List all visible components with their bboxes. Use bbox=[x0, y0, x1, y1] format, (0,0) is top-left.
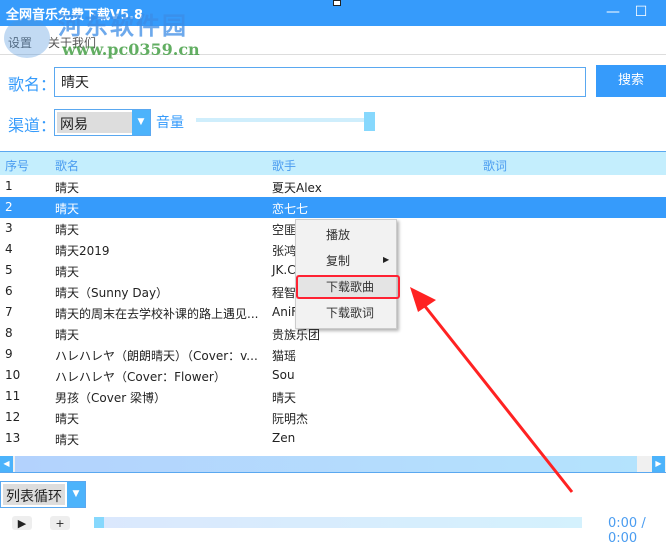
play-icon: ▶ bbox=[17, 517, 27, 530]
time-display: 0:00 / 0:00 bbox=[608, 516, 646, 546]
annotation-arrow bbox=[410, 287, 574, 493]
chevron-down-icon: ▼ bbox=[67, 482, 85, 507]
next-icon: + bbox=[55, 517, 65, 530]
play-mode-select[interactable]: 列表循环 ▼ bbox=[0, 481, 86, 508]
play-mode-value: 列表循环 bbox=[3, 484, 65, 505]
progress-thumb[interactable] bbox=[94, 517, 104, 528]
progress-bar[interactable] bbox=[94, 517, 582, 528]
